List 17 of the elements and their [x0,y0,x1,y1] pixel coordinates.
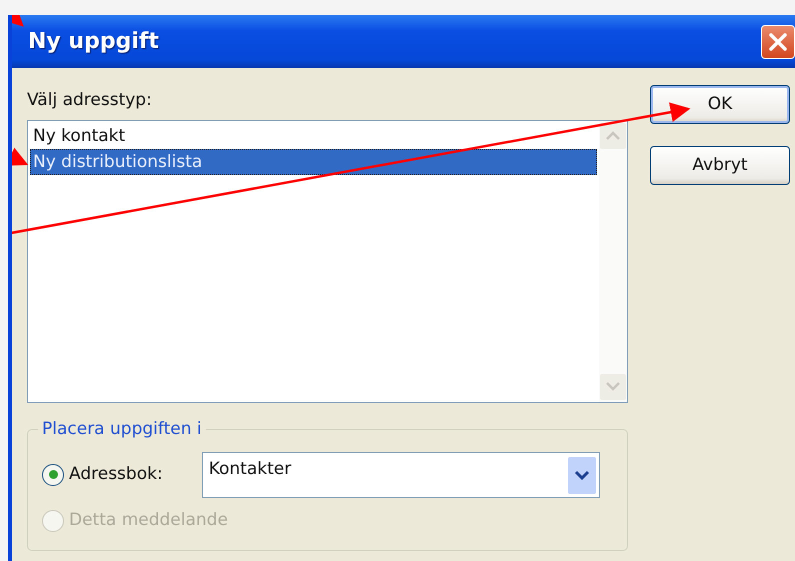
address-book-dropdown[interactable]: Kontakter [202,452,600,498]
annotation-arrow [12,15,24,27]
cancel-button[interactable]: Avbryt [650,146,790,185]
close-icon [767,30,789,52]
ok-button[interactable]: OK [650,85,790,124]
chevron-up-icon [606,131,620,140]
close-button[interactable] [761,24,795,58]
radio-label: Detta meddelande [69,508,228,532]
window-title: Ny uppgift [28,28,159,56]
chevron-down-icon [574,470,590,480]
scroll-up-button[interactable] [600,122,626,148]
radio-button[interactable] [42,464,64,486]
list-label: Välj adresstyp: [27,89,153,112]
chevron-down-icon [606,382,620,391]
radio-label[interactable]: Adressbok: [69,462,163,488]
list-item[interactable]: Ny kontakt [30,122,597,148]
list-item[interactable]: Ny distributionslista [30,148,597,174]
